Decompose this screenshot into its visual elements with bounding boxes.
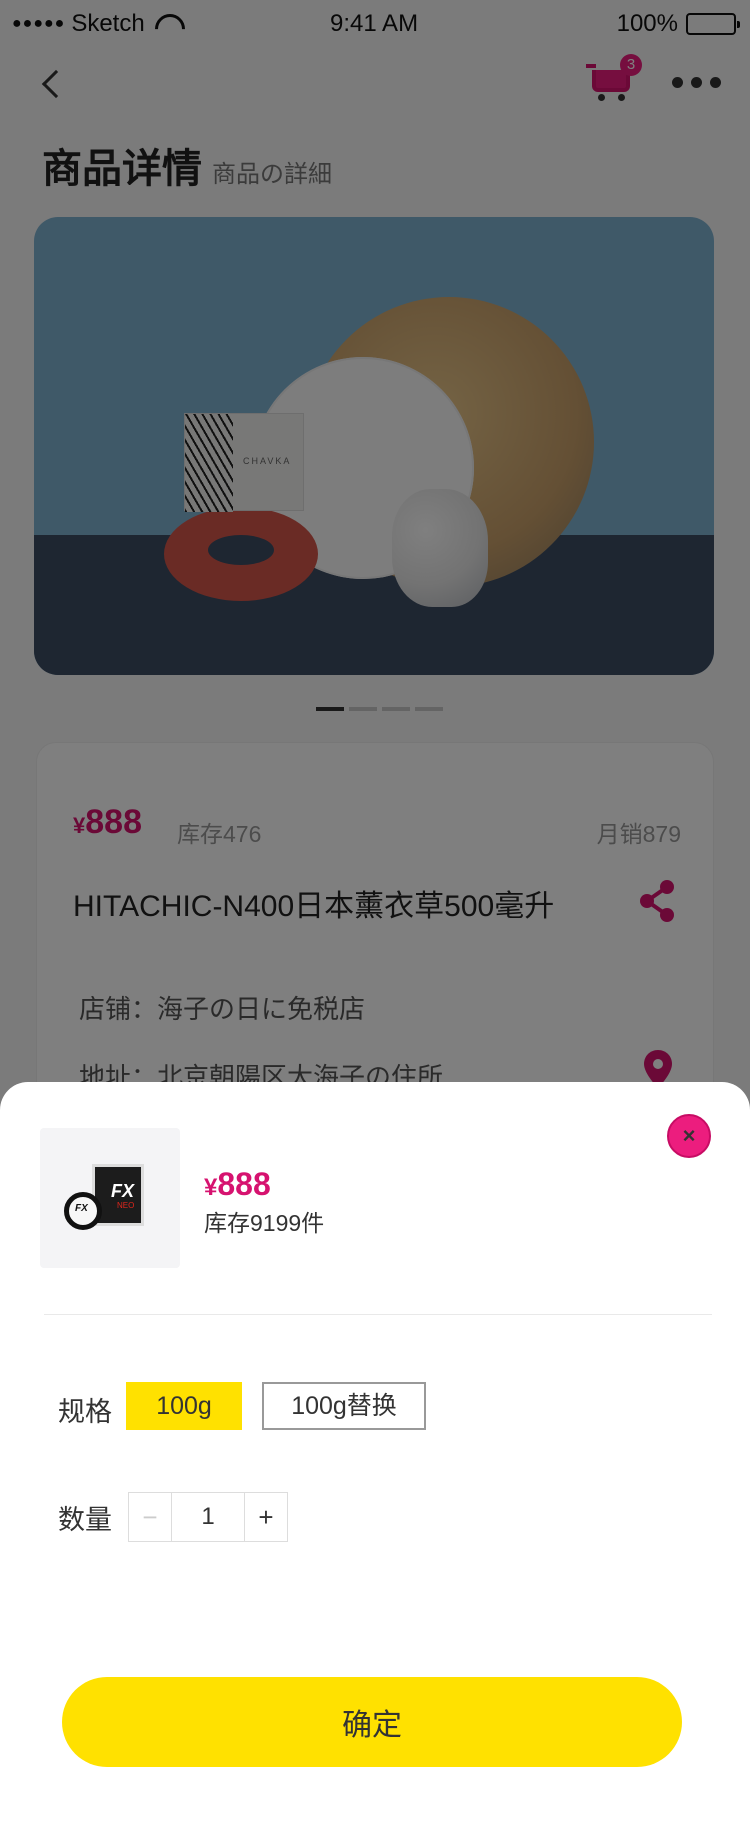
sku-stock: 库存9199件 <box>204 1210 325 1236</box>
decrement-button[interactable]: − <box>129 1493 171 1541</box>
increment-button[interactable]: + <box>245 1493 287 1541</box>
quantity-value[interactable]: 1 <box>171 1493 245 1541</box>
thumb-bottle: FX <box>64 1192 102 1230</box>
quantity-label: 数量 <box>58 1505 112 1535</box>
confirm-button[interactable]: 确定 <box>62 1677 682 1767</box>
thumb-box-sublabel: NEO <box>117 1201 135 1210</box>
thumb-bottle-label: FX <box>75 1203 88 1214</box>
sku-price-value: 888 <box>217 1166 271 1202</box>
sku-price: ¥888 <box>204 1166 271 1203</box>
sku-thumbnail: FX NEO FX <box>40 1128 180 1268</box>
quantity-stepper: − 1 + <box>128 1492 288 1542</box>
close-button[interactable]: × <box>667 1114 711 1158</box>
sku-selection-sheet: × FX NEO FX ¥888 库存9199件 规格 100g 100g替换 … <box>0 1082 750 1846</box>
spec-option-100g[interactable]: 100g <box>126 1382 242 1430</box>
spec-label: 规格 <box>58 1397 112 1427</box>
divider <box>44 1314 712 1315</box>
spec-option-100g-refill[interactable]: 100g替换 <box>262 1382 426 1430</box>
close-icon: × <box>682 1123 696 1148</box>
sku-currency-symbol: ¥ <box>204 1174 218 1201</box>
thumb-box-label: FX <box>111 1181 135 1201</box>
